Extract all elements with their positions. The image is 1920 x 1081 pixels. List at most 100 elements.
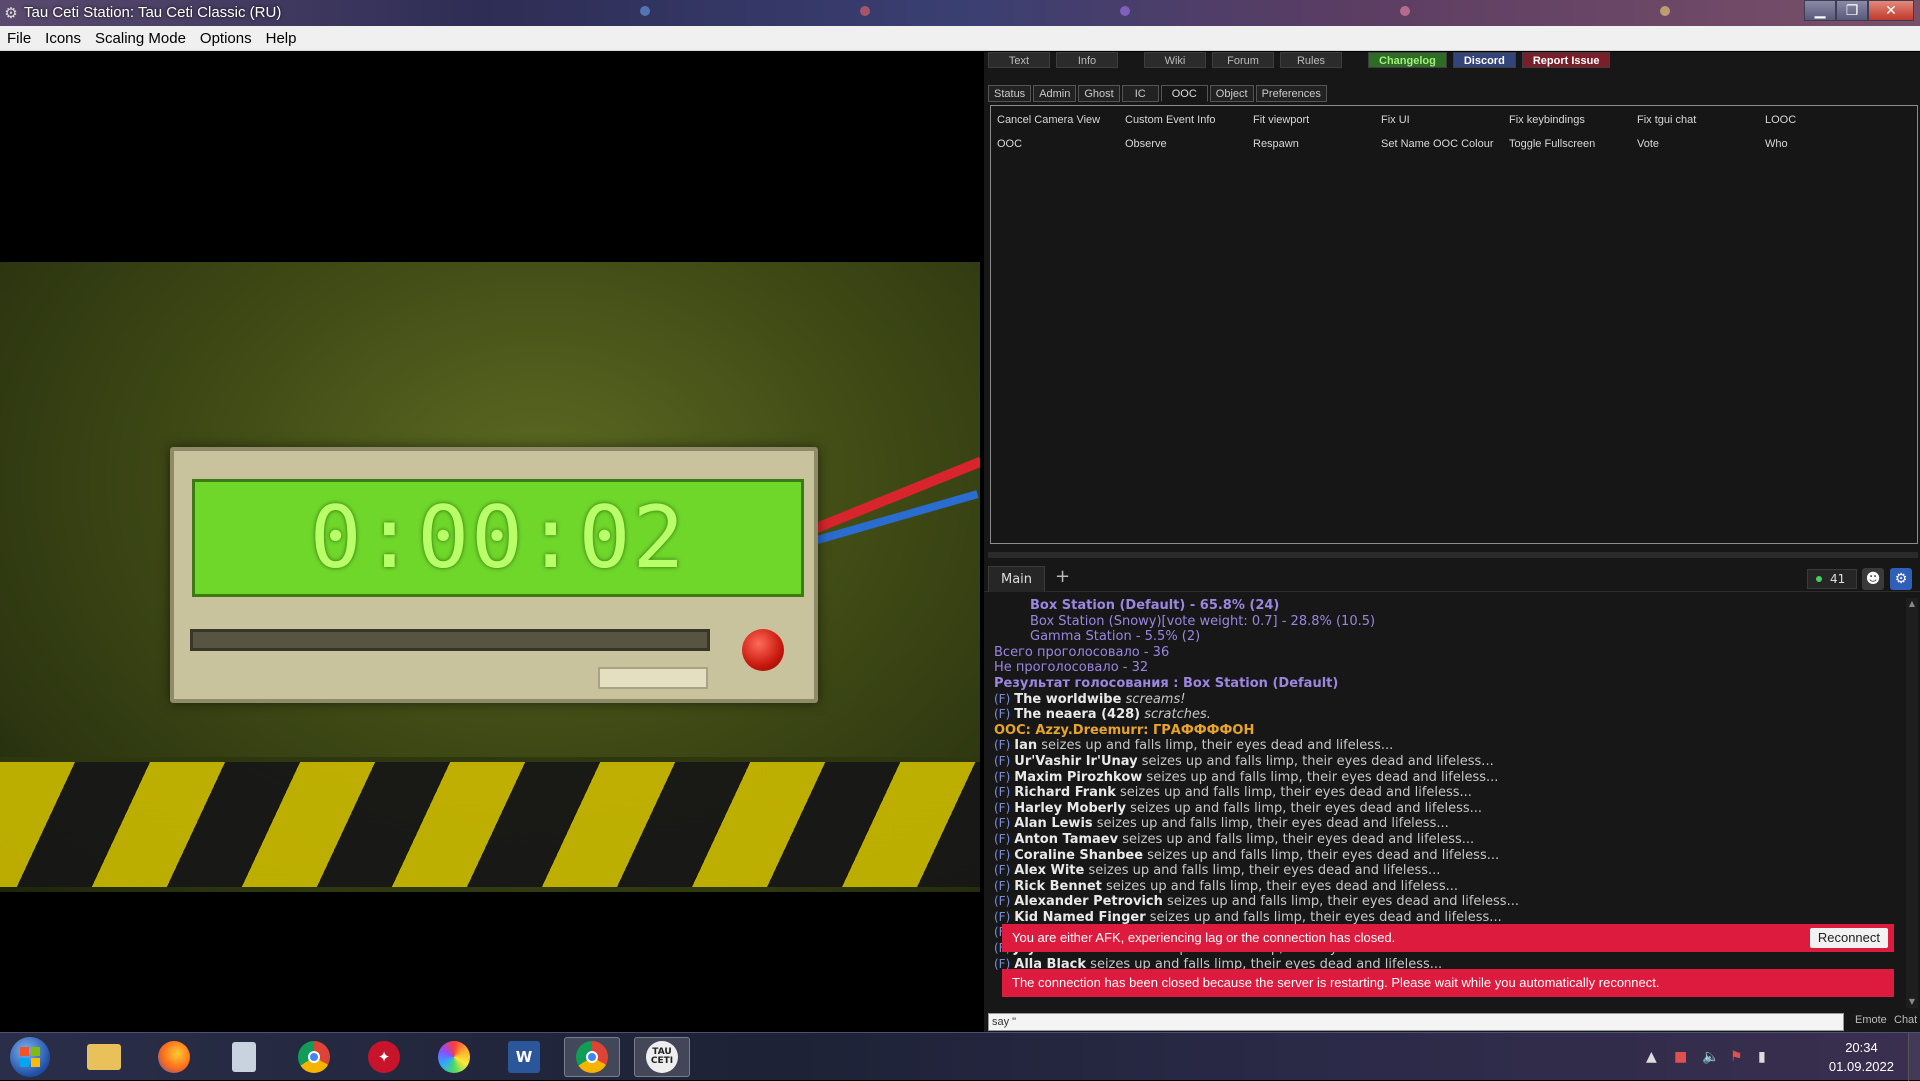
tab-admin[interactable]: Admin bbox=[1033, 85, 1077, 102]
verb-who[interactable]: Who bbox=[1765, 138, 1893, 152]
follow-link[interactable]: (F) bbox=[994, 738, 1010, 752]
top-button-bar: Text Info Wiki Forum Rules Changelog Dis… bbox=[988, 52, 1611, 68]
show-desktop-button[interactable] bbox=[1908, 1033, 1920, 1081]
verb-vote[interactable]: Vote bbox=[1637, 138, 1765, 152]
death-text: seizes up and falls limp, their eyes dea… bbox=[1106, 878, 1458, 894]
menu-scaling-mode[interactable]: Scaling Mode bbox=[88, 30, 193, 47]
tab-ooc[interactable]: OOC bbox=[1160, 85, 1208, 102]
afk-alert: You are either AFK, experiencing lag or … bbox=[1002, 924, 1894, 952]
maximize-button[interactable]: ❐ bbox=[1836, 0, 1868, 21]
menu-options[interactable]: Options bbox=[193, 30, 259, 47]
menu-icons[interactable]: Icons bbox=[38, 30, 88, 47]
follow-link[interactable]: (F) bbox=[994, 879, 1010, 893]
rules-button[interactable]: Rules bbox=[1280, 52, 1342, 68]
tab-preferences[interactable]: Preferences bbox=[1255, 85, 1327, 102]
chat-tab-main[interactable]: Main bbox=[988, 566, 1046, 592]
verb-fix-keybindings[interactable]: Fix keybindings bbox=[1509, 114, 1637, 128]
panel-splitter[interactable] bbox=[988, 552, 1918, 558]
follow-link[interactable]: (F) bbox=[994, 832, 1010, 846]
verb-cancel-camera-view[interactable]: Cancel Camera View bbox=[997, 114, 1125, 128]
emote-action: screams! bbox=[1125, 691, 1186, 707]
chrome-icon[interactable] bbox=[564, 1037, 620, 1077]
chat-button[interactable]: Chat bbox=[1894, 1014, 1917, 1026]
volume-icon[interactable]: 🔈 bbox=[1702, 1049, 1719, 1065]
chrome-icon[interactable] bbox=[286, 1037, 342, 1077]
verb-observe[interactable]: Observe bbox=[1125, 138, 1253, 152]
victim-name: Rick Bennet bbox=[1014, 878, 1102, 894]
word-icon[interactable]: W bbox=[496, 1037, 552, 1077]
verb-fix-tgui-chat[interactable]: Fix tgui chat bbox=[1637, 114, 1765, 128]
firefox-icon[interactable] bbox=[146, 1037, 202, 1077]
death-text: seizes up and falls limp, their eyes dea… bbox=[1141, 753, 1494, 769]
scroll-up-icon[interactable]: ▲ bbox=[1906, 598, 1918, 610]
device-slot bbox=[190, 629, 710, 651]
verb-respawn[interactable]: Respawn bbox=[1253, 138, 1381, 152]
side-panel: Text Info Wiki Forum Rules Changelog Dis… bbox=[984, 52, 1920, 1032]
tab-object[interactable]: Object bbox=[1209, 85, 1254, 102]
wiki-button[interactable]: Wiki bbox=[1144, 52, 1206, 68]
minimize-button[interactable]: ▁ bbox=[1804, 0, 1836, 21]
emote-actor: The neaera (428) bbox=[1014, 707, 1141, 723]
vote-outcome-line: Результат голосования : Box Station (Def… bbox=[994, 675, 1339, 691]
close-button[interactable]: ✕ bbox=[1868, 0, 1914, 21]
follow-link[interactable]: (F) bbox=[994, 785, 1010, 799]
show-hidden-icons-icon[interactable]: ▲ bbox=[1646, 1049, 1657, 1065]
say-input[interactable] bbox=[988, 1013, 1844, 1031]
menu-help[interactable]: Help bbox=[259, 30, 304, 47]
report-issue-button[interactable]: Report Issue bbox=[1521, 52, 1611, 68]
follow-link[interactable]: (F) bbox=[994, 754, 1010, 768]
settings-gear-icon[interactable]: ⚙ bbox=[1890, 568, 1912, 590]
tab-ghost[interactable]: Ghost bbox=[1078, 85, 1120, 102]
color-wheel-icon[interactable] bbox=[426, 1037, 482, 1077]
follow-link[interactable]: (F) bbox=[994, 692, 1010, 706]
file-explorer-icon[interactable] bbox=[76, 1037, 132, 1077]
game-app-icon[interactable]: ✦ bbox=[356, 1037, 412, 1077]
emoji-icon[interactable]: ☻ bbox=[1862, 568, 1884, 590]
start-button[interactable] bbox=[10, 1037, 50, 1077]
verb-fit-viewport[interactable]: Fit viewport bbox=[1253, 114, 1381, 128]
follow-link[interactable]: (F) bbox=[994, 770, 1010, 784]
reconnect-button[interactable]: Reconnect bbox=[1809, 928, 1888, 948]
verb-fix-ui[interactable]: Fix UI bbox=[1381, 114, 1509, 128]
scroll-down-icon[interactable]: ▼ bbox=[1906, 996, 1918, 1008]
death-message: (F) Ian seizes up and falls limp, their e… bbox=[994, 738, 1904, 754]
app-root: ⚙ Tau Ceti Station: Tau Ceti Classic (RU… bbox=[0, 0, 1920, 1081]
system-clock[interactable]: 20:34 01.09.2022 bbox=[1829, 1038, 1894, 1076]
follow-link[interactable]: (F) bbox=[994, 894, 1010, 908]
changelog-button[interactable]: Changelog bbox=[1368, 52, 1447, 68]
game-viewport[interactable]: 0:00:02 ❐ ▭ ✕ bbox=[0, 52, 980, 1032]
window-titlebar[interactable]: ⚙ Tau Ceti Station: Tau Ceti Classic (RU… bbox=[0, 0, 1920, 26]
text-button[interactable]: Text bbox=[988, 52, 1050, 68]
verb-looc[interactable]: LOOC bbox=[1765, 114, 1893, 128]
forum-button[interactable]: Forum bbox=[1212, 52, 1274, 68]
verb-ooc[interactable]: OOC bbox=[997, 138, 1125, 152]
emote-button[interactable]: Emote bbox=[1855, 1014, 1887, 1026]
death-text: seizes up and falls limp, their eyes dea… bbox=[1167, 894, 1519, 910]
clock-date: 01.09.2022 bbox=[1828, 1059, 1894, 1074]
emote-actor: The worldwibe bbox=[1014, 691, 1122, 707]
add-tab-button[interactable]: + bbox=[1055, 566, 1070, 587]
info-button[interactable]: Info bbox=[1056, 52, 1118, 68]
verb-custom-event-info[interactable]: Custom Event Info bbox=[1125, 114, 1253, 128]
decor-sparkle bbox=[1400, 6, 1410, 16]
tab-status[interactable]: Status bbox=[988, 85, 1032, 102]
follow-link[interactable]: (F) bbox=[994, 816, 1010, 830]
verb-set-name-ooc-colour[interactable]: Set Name OOC Colour bbox=[1381, 138, 1509, 152]
follow-link[interactable]: (F) bbox=[994, 910, 1010, 924]
follow-link[interactable]: (F) bbox=[994, 801, 1010, 815]
camera-icon[interactable]: ■ bbox=[1674, 1049, 1687, 1065]
tau-ceti-icon[interactable]: TAU CETI bbox=[634, 1037, 690, 1077]
calculator-icon[interactable] bbox=[216, 1037, 272, 1077]
network-icon[interactable]: ▮ bbox=[1758, 1049, 1766, 1065]
chat-input-row: Emote Chat bbox=[988, 1013, 1918, 1031]
follow-link[interactable]: (F) bbox=[994, 848, 1010, 862]
verb-toggle-fullscreen[interactable]: Toggle Fullscreen bbox=[1509, 138, 1637, 152]
menu-file[interactable]: File bbox=[0, 30, 38, 47]
death-message: (F) Coraline Shanbee seizes up and falls … bbox=[994, 848, 1904, 864]
follow-link[interactable]: (F) bbox=[994, 863, 1010, 877]
tab-ic[interactable]: IC bbox=[1121, 85, 1159, 102]
discord-button[interactable]: Discord bbox=[1452, 52, 1516, 68]
follow-link[interactable]: (F) bbox=[994, 707, 1010, 721]
action-center-icon[interactable]: ⚑ bbox=[1730, 1049, 1743, 1065]
chat-scrollbar[interactable]: ▲ ▼ bbox=[1906, 598, 1918, 1008]
